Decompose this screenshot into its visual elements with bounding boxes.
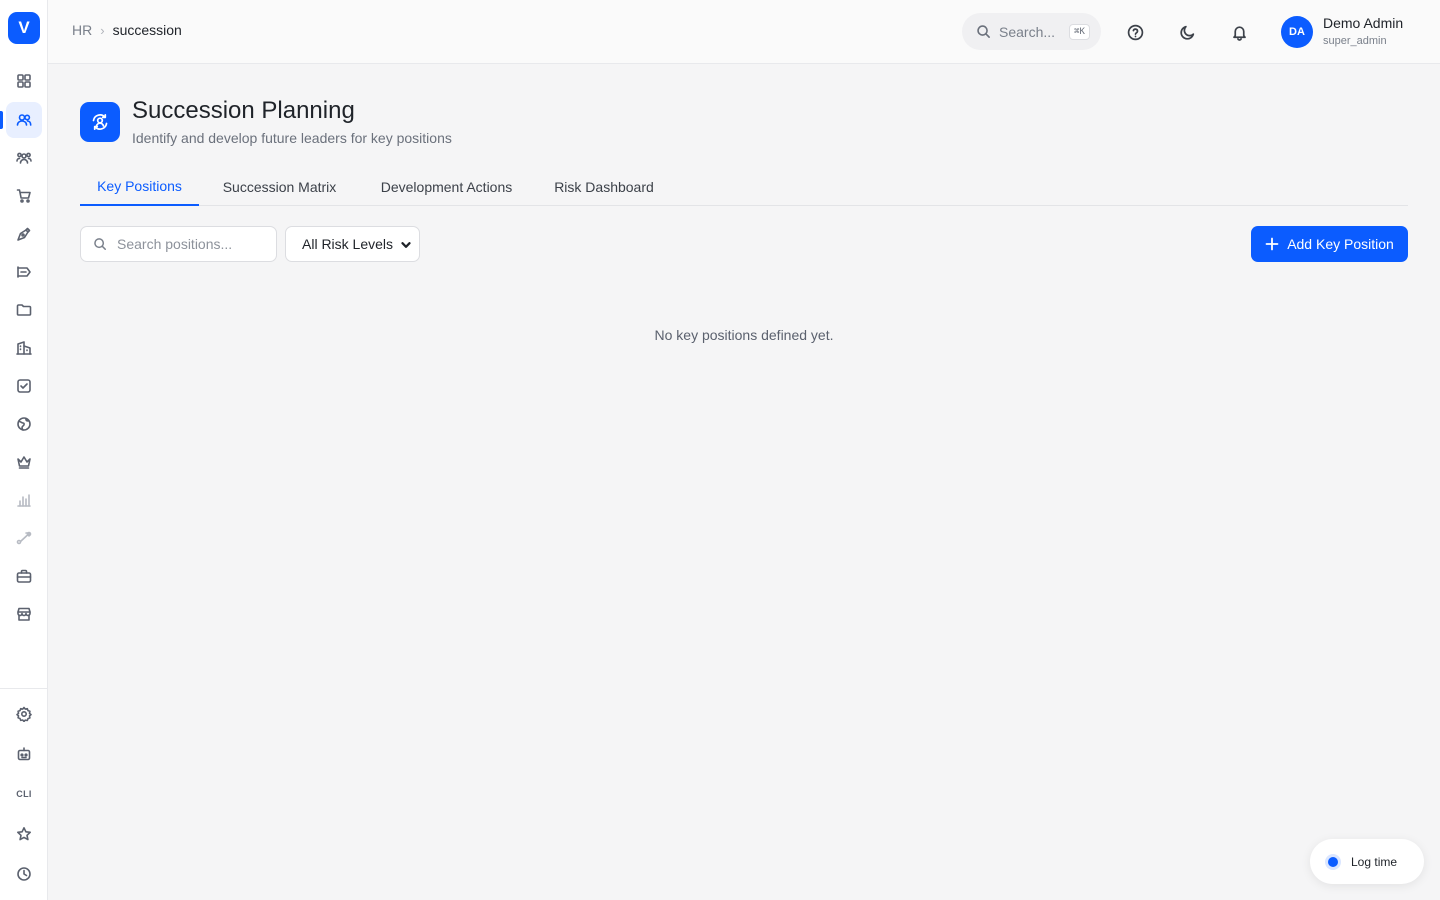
- crown-icon: [17, 456, 31, 469]
- global-search-placeholder: Search...: [999, 23, 1056, 40]
- sidebar: V CLI: [0, 0, 48, 900]
- tab-key-positions[interactable]: Key Positions: [80, 168, 199, 206]
- group-icon: [16, 152, 32, 164]
- pen-tool-icon: [17, 227, 31, 241]
- global-search[interactable]: Search... ⌘K: [962, 13, 1101, 50]
- add-key-position-label: Add Key Position: [1287, 236, 1394, 252]
- tab-development-actions[interactable]: Development Actions: [364, 168, 529, 206]
- notifications-button[interactable]: [1227, 20, 1251, 44]
- sidebar-divider: [0, 688, 47, 689]
- sidebar-item-jobs[interactable]: [6, 558, 42, 594]
- bell-icon: [1232, 25, 1246, 41]
- store-icon: [17, 607, 31, 621]
- briefcase-icon: [16, 569, 32, 583]
- moon-icon: [1179, 25, 1194, 40]
- breadcrumb-current: succession: [112, 22, 182, 38]
- sidebar-item-globe[interactable]: [6, 406, 42, 442]
- page-subtitle: Identify and develop future leaders for …: [132, 130, 452, 146]
- risk-level-value: All Risk Levels: [302, 236, 394, 252]
- cart-icon: [16, 189, 31, 203]
- log-time-button[interactable]: Log time: [1310, 839, 1424, 884]
- users-icon: [16, 114, 32, 126]
- position-search: [80, 226, 277, 262]
- sidebar-item-analytics[interactable]: [6, 482, 42, 518]
- gear-icon: [16, 706, 32, 722]
- user-name[interactable]: Demo Admin: [1323, 15, 1403, 31]
- sidebar-item-marketing[interactable]: [6, 254, 42, 290]
- star-icon: [17, 827, 31, 841]
- log-time-label: Log time: [1351, 854, 1398, 869]
- sidebar-item-workflow[interactable]: [6, 520, 42, 556]
- sidebar-item-settings[interactable]: [6, 696, 42, 732]
- sidebar-item-favorites[interactable]: [6, 816, 42, 852]
- folder-icon: [16, 304, 32, 316]
- page-title: Succession Planning: [132, 97, 355, 124]
- succession-icon: [92, 113, 108, 131]
- checkbox-icon: [17, 379, 31, 393]
- sidebar-item-dashboard[interactable]: [6, 63, 42, 99]
- chevron-down-icon: [401, 242, 411, 248]
- user-role: super_admin: [1323, 35, 1387, 47]
- sidebar-item-store[interactable]: [6, 596, 42, 632]
- sidebar-item-files[interactable]: [6, 292, 42, 328]
- avatar[interactable]: DA: [1281, 16, 1313, 48]
- search-icon: [94, 238, 106, 250]
- help-button[interactable]: [1123, 20, 1147, 44]
- clock-icon: [17, 867, 31, 881]
- sidebar-item-teams[interactable]: [6, 140, 42, 176]
- sidebar-item-bot[interactable]: [6, 736, 42, 772]
- bar-chart-icon: [17, 494, 31, 507]
- cli-label: CLI: [16, 789, 32, 799]
- app-logo[interactable]: V: [8, 12, 40, 44]
- sidebar-item-design[interactable]: [6, 216, 42, 252]
- tab-succession-matrix[interactable]: Succession Matrix: [207, 168, 352, 206]
- breadcrumb: HR › succession: [72, 22, 182, 38]
- search-shortcut: ⌘K: [1069, 23, 1090, 40]
- sidebar-item-hr[interactable]: [6, 102, 42, 138]
- page-icon: [80, 102, 120, 142]
- topbar: HR › succession Search... ⌘K DA Demo Adm…: [48, 0, 1440, 64]
- grid-icon: [17, 74, 31, 88]
- chevron-right-icon: ›: [100, 22, 105, 38]
- breadcrumb-root[interactable]: HR: [72, 22, 92, 38]
- timer-icon: [1325, 853, 1341, 870]
- position-search-input[interactable]: [117, 236, 267, 252]
- sidebar-item-buildings[interactable]: [6, 330, 42, 366]
- sidebar-item-commerce[interactable]: [6, 178, 42, 214]
- building-icon: [16, 341, 32, 355]
- sidebar-item-crown[interactable]: [6, 444, 42, 480]
- globe-icon: [17, 417, 31, 431]
- active-indicator: [0, 111, 3, 129]
- sidebar-item-cli[interactable]: CLI: [6, 776, 42, 812]
- megaphone-icon: [17, 266, 31, 278]
- search-icon: [977, 25, 990, 38]
- add-key-position-button[interactable]: Add Key Position: [1251, 226, 1408, 262]
- sidebar-item-tasks[interactable]: [6, 368, 42, 404]
- help-icon: [1127, 24, 1143, 40]
- sidebar-item-history[interactable]: [6, 856, 42, 892]
- plus-icon: [1265, 237, 1279, 251]
- tab-risk-dashboard[interactable]: Risk Dashboard: [541, 168, 667, 206]
- theme-toggle[interactable]: [1175, 20, 1199, 44]
- empty-state-message: No key positions defined yet.: [654, 327, 834, 343]
- robot-icon: [17, 747, 31, 761]
- risk-level-select[interactable]: All Risk Levels: [285, 226, 420, 262]
- route-icon: [16, 531, 32, 545]
- logo-letter: V: [18, 18, 30, 37]
- tab-bar: Key Positions Succession Matrix Developm…: [80, 168, 1408, 206]
